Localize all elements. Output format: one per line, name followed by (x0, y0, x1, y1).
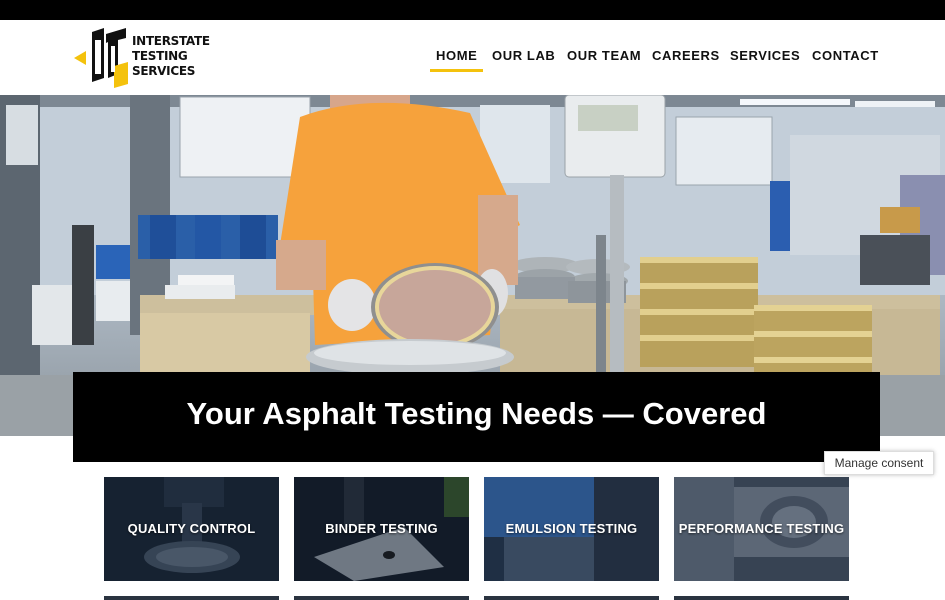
site-header: INTERSTATE TESTING SERVICES HOME OUR LAB… (0, 20, 945, 95)
service-tile-label: QUALITY CONTROL (127, 521, 256, 536)
service-tile-label: EMULSION TESTING (505, 521, 638, 536)
nav-item-careers[interactable]: CAREERS (652, 47, 720, 65)
service-tile-quality-control[interactable]: QUALITY CONTROL (104, 477, 279, 581)
nav-item-contact[interactable]: CONTACT (812, 47, 879, 65)
service-tile-label: PERFORMANCE TESTING (678, 521, 845, 536)
service-tile-binder-testing[interactable]: BINDER TESTING (294, 477, 469, 581)
service-tile-emulsion-testing[interactable]: EMULSION TESTING (484, 477, 659, 581)
service-tile-label: BINDER TESTING (325, 521, 438, 536)
hero-headline-banner: Your Asphalt Testing Needs — Covered (73, 372, 880, 462)
nav-item-home[interactable]: HOME (429, 47, 484, 72)
nav-item-services[interactable]: SERVICES (730, 47, 800, 65)
nav-item-our-team[interactable]: OUR TEAM (567, 47, 641, 65)
service-tile-row2-4[interactable] (674, 596, 849, 600)
service-tile-row2-1[interactable] (104, 596, 279, 600)
nav-item-our-lab[interactable]: OUR LAB (492, 47, 555, 65)
service-tile-row2-3[interactable] (484, 596, 659, 600)
service-tile-row2-2[interactable] (294, 596, 469, 600)
hero-headline: Your Asphalt Testing Needs — Covered (186, 396, 767, 431)
service-tile-performance-testing[interactable]: PERFORMANCE TESTING (674, 477, 849, 581)
main-nav: HOME OUR LAB OUR TEAM CAREERS SERVICES C… (0, 47, 945, 72)
manage-consent-button[interactable]: Manage consent (824, 451, 934, 475)
top-black-bar (0, 0, 945, 20)
